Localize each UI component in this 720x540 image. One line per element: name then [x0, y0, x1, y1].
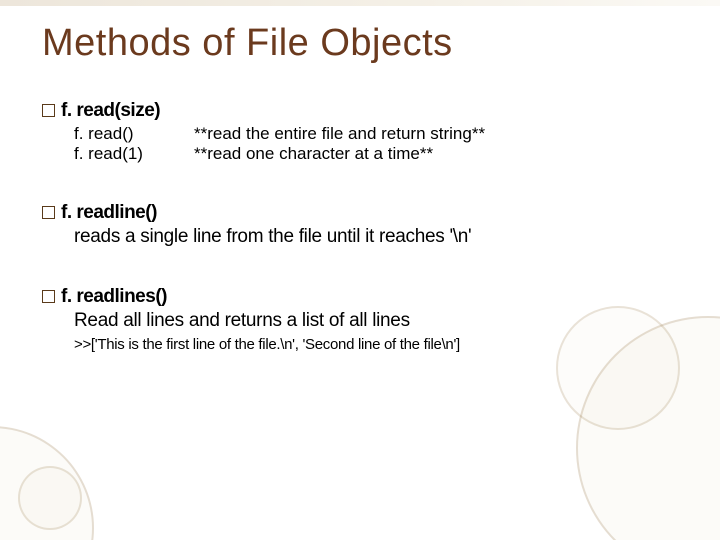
example-call: f. read(1) [74, 144, 194, 164]
example-desc: **read the entire file and return string… [194, 124, 485, 144]
slide-title: Methods of File Objects [42, 22, 453, 65]
bullet-square-icon [42, 206, 55, 219]
slide-body: f. read(size) f. read() **read the entir… [42, 96, 680, 353]
method-description: reads a single line from the file until … [74, 226, 680, 248]
method-heading: f. readlines() [61, 286, 167, 308]
method-heading: f. readline() [61, 202, 157, 224]
example-row: f. read(1) **read one character at a tim… [74, 144, 680, 164]
decorative-circle [18, 466, 82, 530]
decorative-circle [0, 426, 94, 540]
bullet-square-icon [42, 290, 55, 303]
decorative-band [0, 0, 720, 6]
bullet-item: f. readlines() [42, 286, 680, 308]
example-desc: **read one character at a time** [194, 144, 433, 164]
example-row: f. read() **read the entire file and ret… [74, 124, 680, 144]
bullet-item: f. readline() [42, 202, 680, 224]
example-output: >>['This is the first line of the file.\… [74, 336, 680, 353]
example-table: f. read() **read the entire file and ret… [74, 124, 680, 164]
example-call: f. read() [74, 124, 194, 144]
method-description: Read all lines and returns a list of all… [74, 310, 680, 332]
bullet-square-icon [42, 104, 55, 117]
method-heading: f. read(size) [61, 100, 160, 122]
slide: Methods of File Objects f. read(size) f.… [0, 0, 720, 540]
bullet-item: f. read(size) [42, 100, 680, 122]
